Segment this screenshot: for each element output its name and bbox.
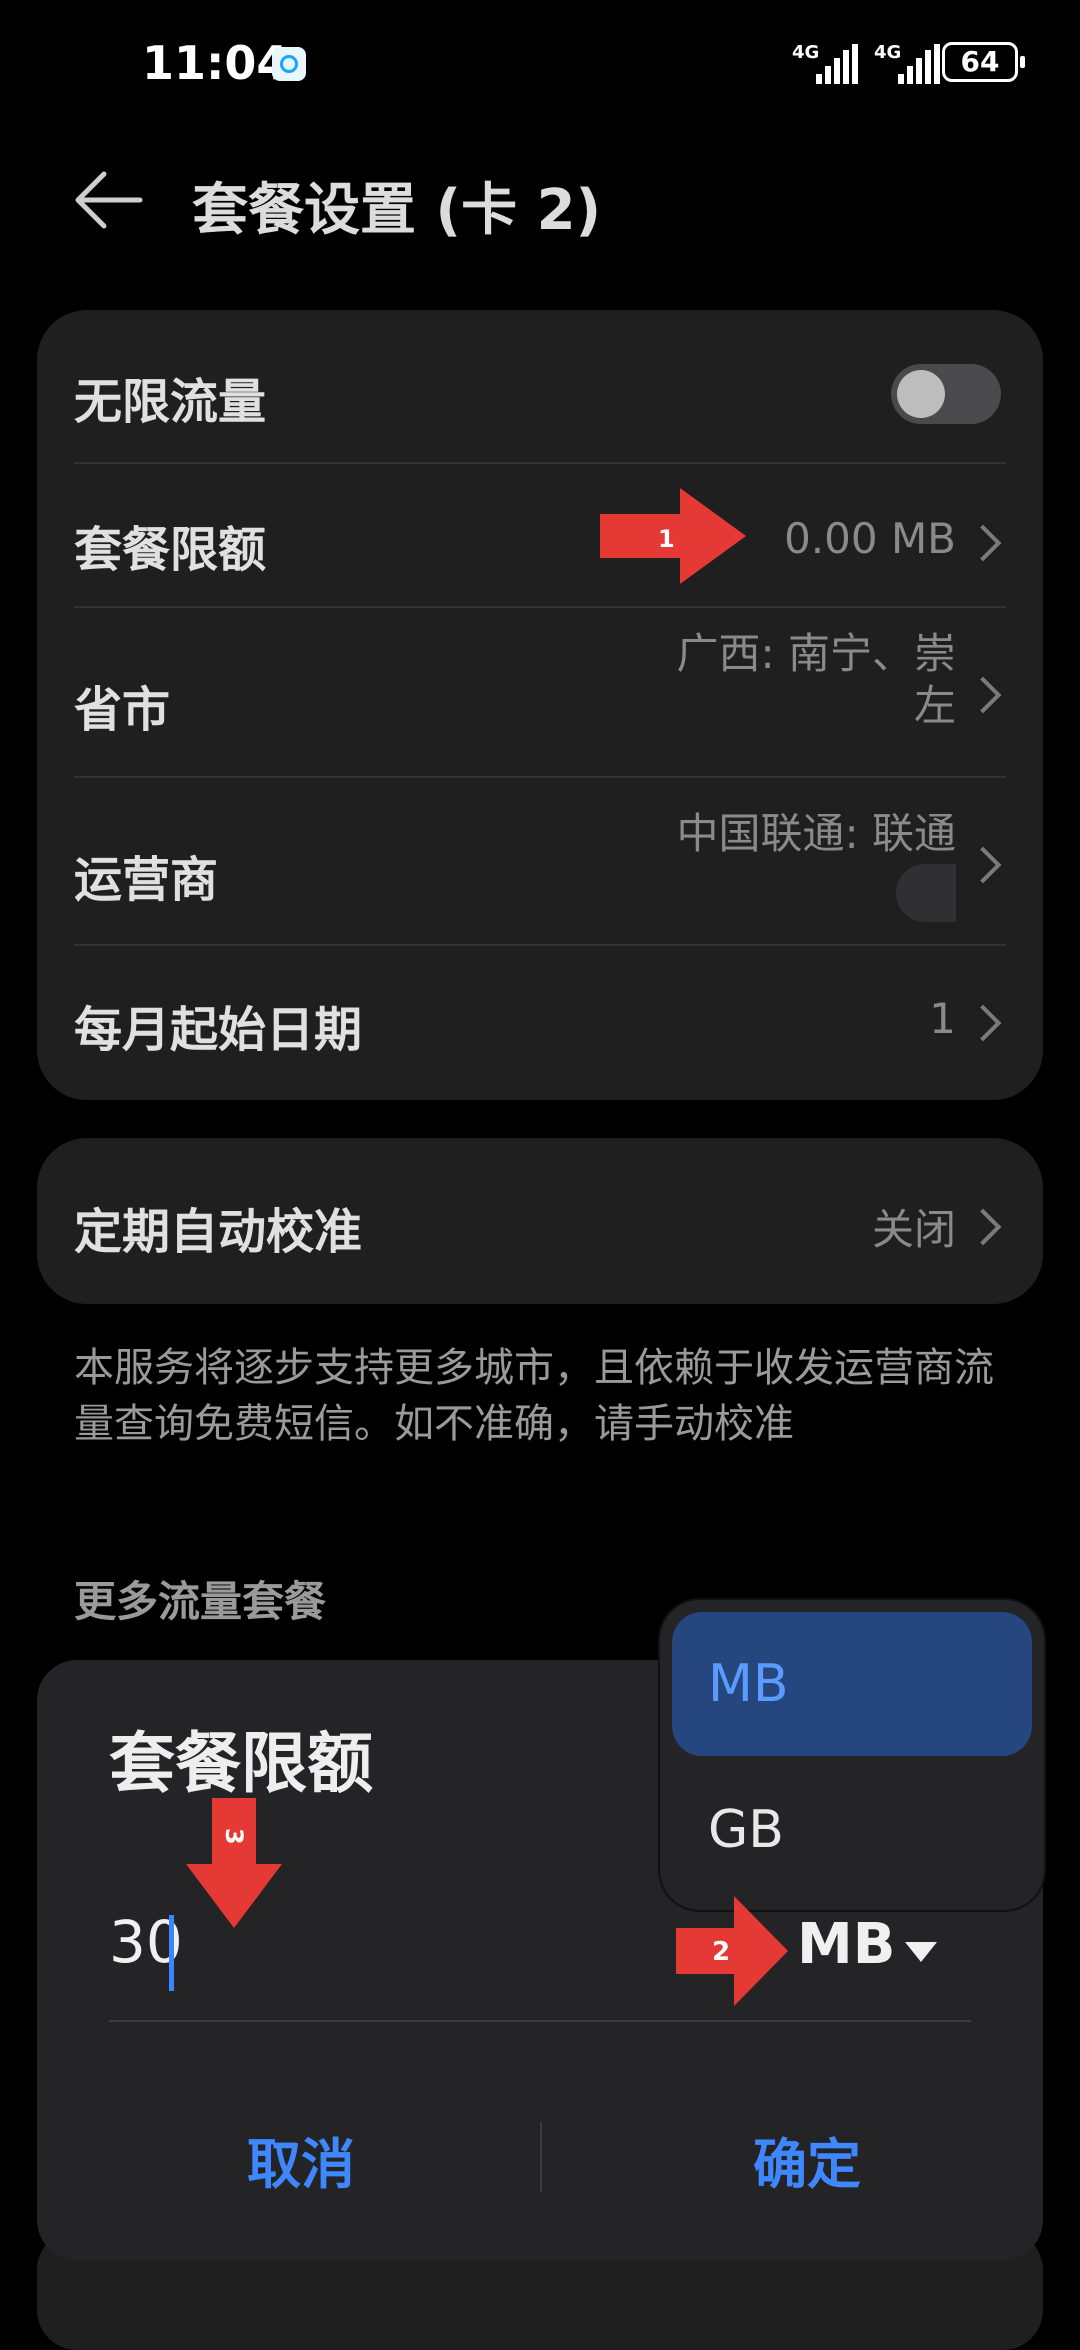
battery-icon: 64 [942, 42, 1025, 82]
carrier-label: 运营商 [74, 852, 219, 908]
annotation-label-1: 1 [658, 525, 675, 553]
toggle-knob [897, 370, 945, 418]
status-time: 11:04 [142, 36, 289, 90]
app-notification-icon [272, 47, 306, 81]
carrier-row[interactable]: 运营商 中国联通: 联通 [74, 778, 1006, 944]
start-date-label: 每月起始日期 [74, 1002, 363, 1058]
carrier-value: 中国联通: 联通 [676, 809, 956, 858]
annotation-arrow-1: 1 [600, 488, 746, 584]
plan-limit-value: 0.00 MB [784, 514, 956, 563]
province-value: 广西: 南宁、崇 左 [676, 628, 956, 732]
loading-placeholder [896, 864, 956, 922]
annotation-arrow-2: 2 [676, 1896, 788, 2006]
more-plans-section-label: 更多流量套餐 [74, 1577, 327, 1626]
province-value-line2: 左 [913, 681, 956, 730]
chevron-right-icon [964, 1208, 1002, 1246]
province-label: 省市 [74, 682, 171, 738]
unlimited-data-toggle[interactable] [891, 364, 1001, 424]
province-value-line1: 广西: 南宁、崇 [676, 629, 956, 678]
plan-limit-row[interactable]: 套餐限额 0.00 MB [74, 464, 1006, 604]
chevron-right-icon [964, 1004, 1002, 1042]
start-date-value: 1 [929, 994, 956, 1043]
unit-option-mb[interactable]: MB [672, 1612, 1032, 1756]
start-date-row[interactable]: 每月起始日期 1 [74, 946, 1006, 1100]
dropdown-triangle-icon[interactable] [905, 1942, 937, 1962]
signal-sim2-icon: 4G [874, 42, 944, 84]
province-row[interactable]: 省市 广西: 南宁、崇 左 [74, 608, 1006, 776]
chevron-right-icon [964, 846, 1002, 884]
chevron-right-icon [964, 676, 1002, 714]
cancel-button[interactable]: 取消 [61, 2120, 541, 2199]
back-arrow-icon[interactable] [74, 170, 144, 230]
unit-select[interactable]: MB [797, 1912, 895, 1977]
unlimited-data-row[interactable]: 无限流量 [74, 310, 1006, 460]
signal-sim1-icon: 4G [792, 42, 862, 84]
unit-dropdown-menu: MB GB [660, 1600, 1044, 1910]
chevron-right-icon [964, 524, 1002, 562]
button-divider [540, 2122, 542, 2192]
unlimited-data-label: 无限流量 [74, 374, 267, 430]
calibration-label: 定期自动校准 [74, 1204, 363, 1260]
plan-settings-card: 无限流量 套餐限额 0.00 MB 省市 广西: 南宁、崇 左 运营商 中国联通… [37, 310, 1043, 1100]
text-caret [169, 1915, 174, 1991]
plan-limit-label: 套餐限额 [74, 522, 267, 578]
unit-option-gb[interactable]: GB [672, 1758, 1032, 1902]
page-title: 套餐设置 (卡 2) [192, 178, 602, 243]
confirm-button[interactable]: 确定 [567, 2120, 1047, 2199]
input-underline [109, 2020, 971, 2022]
calibration-value: 关闭 [871, 1205, 956, 1254]
annotation-label-3: 3 [220, 1828, 248, 1845]
dialog-title: 套餐限额 [109, 1725, 373, 1802]
calibration-row[interactable]: 定期自动校准 关闭 [74, 1138, 1006, 1304]
annotation-label-2: 2 [712, 1937, 730, 1967]
annotation-arrow-3: 3 [186, 1798, 282, 1928]
calibration-card: 定期自动校准 关闭 [37, 1138, 1043, 1304]
service-note: 本服务将逐步支持更多城市，且依赖于收发运营商流量查询免费短信。如不准确，请手动校… [74, 1345, 994, 1447]
status-bar: 11:04 4G 4G 64 [0, 0, 1080, 130]
